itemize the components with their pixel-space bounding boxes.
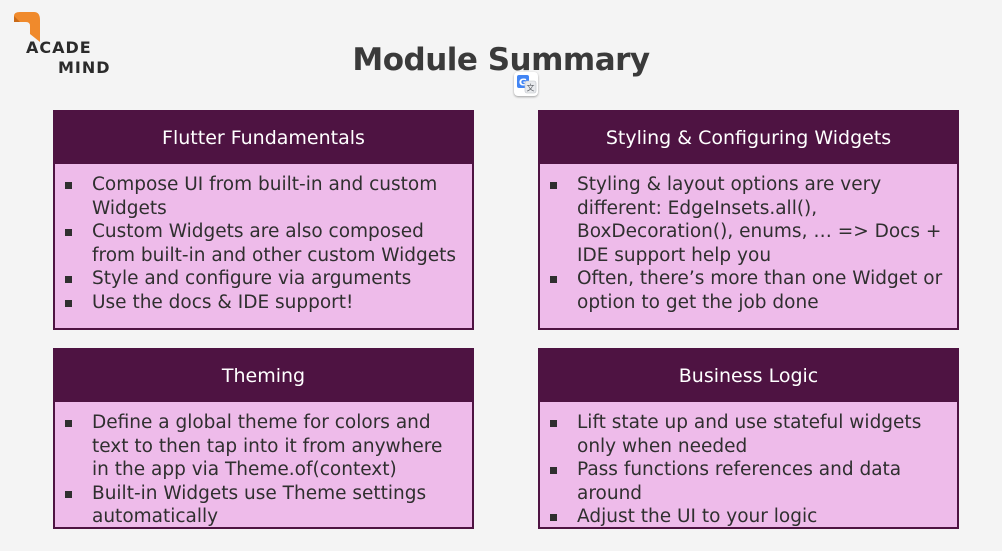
square-bullet-icon [550,514,557,521]
bullet-list: Compose UI from built-in and custom Widg… [65,173,462,314]
list-item: Define a global theme for colors and tex… [65,411,462,482]
card-theming: Theming Define a global theme for colors… [53,348,474,529]
list-item: Built-in Widgets use Theme settings auto… [65,482,462,529]
square-bullet-icon [550,182,557,189]
card-body: Styling & layout options are very differ… [540,164,957,320]
list-item: Pass functions references and data aroun… [550,458,947,505]
bullet-list: Define a global theme for colors and tex… [65,411,462,529]
square-bullet-icon [65,299,72,307]
list-item: Adjust the UI to your logic [550,505,947,529]
card-heading: Flutter Fundamentals [55,112,472,164]
card-heading: Theming [55,350,472,402]
svg-text:文: 文 [527,83,535,93]
list-item: Use the docs & IDE support! [65,291,462,315]
bullet-list: Lift state up and use stateful widgets o… [550,411,947,529]
card-body: Define a global theme for colors and tex… [55,402,472,535]
card-flutter-fundamentals: Flutter Fundamentals Compose UI from bui… [53,110,474,330]
card-body: Compose UI from built-in and custom Widg… [55,164,472,320]
google-translate-icon[interactable]: G 文 [514,72,538,96]
square-bullet-icon [550,276,557,283]
card-business-logic: Business Logic Lift state up and use sta… [538,348,959,529]
square-bullet-icon [65,276,72,283]
card-heading: Styling & Configuring Widgets [540,112,957,164]
list-item: Styling & layout options are very differ… [550,173,947,267]
slide: ACADE MIND Module Summary G 文 Flutter Fu… [0,0,1002,551]
card-heading: Business Logic [540,350,957,402]
list-item: Style and configure via arguments [65,267,462,291]
square-bullet-icon [65,182,72,189]
square-bullet-icon [550,420,557,427]
list-item: Custom Widgets are also composed from bu… [65,220,462,267]
list-item: Often, there’s more than one Widget or o… [550,267,947,314]
square-bullet-icon [65,229,72,236]
square-bullet-icon [65,420,72,427]
page-title: Module Summary [352,42,650,78]
list-item: Lift state up and use stateful widgets o… [550,411,947,458]
bullet-list: Styling & layout options are very differ… [550,173,947,314]
square-bullet-icon [65,490,72,498]
card-styling-configuring-widgets: Styling & Configuring Widgets Styling & … [538,110,959,330]
square-bullet-icon [550,467,557,474]
card-body: Lift state up and use stateful widgets o… [540,402,957,535]
list-item: Compose UI from built-in and custom Widg… [65,173,462,220]
